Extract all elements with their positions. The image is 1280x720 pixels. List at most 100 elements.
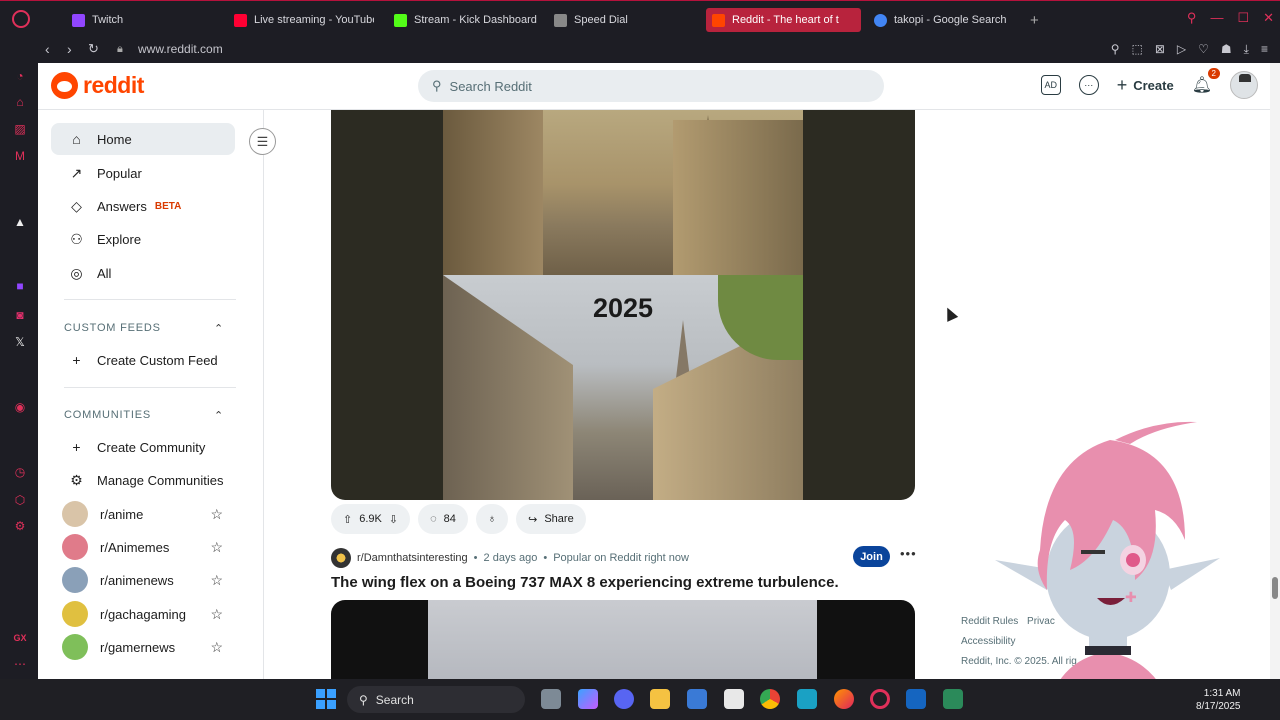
instagram-icon[interactable]: ◙ xyxy=(13,308,27,322)
app-icon[interactable] xyxy=(943,689,963,709)
collapse-sidebar-button[interactable]: ☰ xyxy=(249,128,276,155)
snapshot-icon[interactable]: ⬚ xyxy=(1132,42,1143,57)
tab-twitch[interactable]: Twitch xyxy=(66,8,216,32)
create-custom-feed[interactable]: + Create Custom Feed xyxy=(51,344,235,376)
post-title[interactable]: The wing flex on a Boeing 737 MAX 8 expe… xyxy=(331,574,915,591)
task-view-icon[interactable] xyxy=(541,689,561,709)
subreddit-link[interactable]: r/Damnthatsinteresting xyxy=(357,552,468,564)
manage-communities[interactable]: ⚙ Manage Communities xyxy=(51,464,235,496)
section-title: CUSTOM FEEDS xyxy=(64,322,161,334)
custom-feeds-header[interactable]: CUSTOM FEEDS ⌃ xyxy=(64,320,224,336)
more-options-icon[interactable]: ••• xyxy=(900,546,917,561)
community-item[interactable]: r/gamernews ☆ xyxy=(51,631,235,663)
post-image[interactable]: 2025 xyxy=(331,110,915,500)
community-item[interactable]: r/anime ☆ xyxy=(51,498,235,530)
ai-icon[interactable]: ⌂ xyxy=(13,95,27,109)
page-scrollbar[interactable] xyxy=(1270,63,1280,679)
user-avatar[interactable] xyxy=(1230,71,1258,99)
opera-menu-icon[interactable] xyxy=(12,10,30,28)
close-icon[interactable]: ✕ xyxy=(1263,10,1274,26)
sidebar-item-all[interactable]: ◎ All xyxy=(51,257,235,289)
join-button[interactable]: Join xyxy=(853,546,890,567)
settings-icon[interactable]: ⚙ xyxy=(13,519,27,533)
comments-button[interactable]: ◌ 84 xyxy=(418,504,468,534)
adblock-icon[interactable]: ⊠ xyxy=(1155,42,1165,57)
reload-icon[interactable]: ↻ xyxy=(88,41,99,57)
file-explorer-icon[interactable] xyxy=(650,689,670,709)
sidebar-item-home[interactable]: ⌂ Home xyxy=(51,123,235,155)
sidebar-item-explore[interactable]: ⚇ Explore xyxy=(51,223,235,255)
communities-header[interactable]: COMMUNITIES ⌃ xyxy=(64,407,224,423)
upvote-icon[interactable]: ⇧ xyxy=(343,513,352,526)
new-tab-button[interactable]: + xyxy=(1024,8,1044,32)
star-icon[interactable]: ☆ xyxy=(210,572,223,589)
more-icon[interactable]: ⋯ xyxy=(13,657,27,671)
community-item[interactable]: r/gachagaming ☆ xyxy=(51,598,235,630)
chevron-up-icon: ⌃ xyxy=(213,409,224,422)
opera-gx-icon[interactable] xyxy=(870,689,890,709)
copilot-icon[interactable] xyxy=(578,689,598,709)
speed-dial-icon[interactable]: ◔ xyxy=(13,69,27,83)
messenger-icon[interactable]: M xyxy=(13,149,27,163)
share-button[interactable]: ↪ Share xyxy=(516,504,586,534)
tab-speed-dial[interactable]: Speed Dial xyxy=(548,8,658,32)
svg-text:✚: ✚ xyxy=(1125,590,1137,606)
taskbar-search[interactable]: ⚲ Search xyxy=(347,686,525,713)
maximize-icon[interactable]: ☐ xyxy=(1237,10,1249,26)
app-icon[interactable] xyxy=(797,689,817,709)
pin-icon[interactable]: ⚲ xyxy=(1111,42,1120,57)
aria-icon[interactable]: ▲ xyxy=(13,215,27,229)
community-item[interactable]: r/Animemes ☆ xyxy=(51,531,235,563)
star-icon[interactable]: ☆ xyxy=(210,539,223,556)
subreddit-avatar[interactable] xyxy=(331,548,351,568)
notifications-button[interactable]: 🔔︎ 2 xyxy=(1192,68,1220,95)
tab-kick[interactable]: Stream - Kick Dashboard xyxy=(388,8,538,32)
scrollbar-thumb[interactable] xyxy=(1272,577,1278,599)
firefox-icon[interactable] xyxy=(834,689,854,709)
store-icon[interactable] xyxy=(687,689,707,709)
community-item[interactable]: r/animenews ☆ xyxy=(51,564,235,596)
search-tabs-icon[interactable]: ⚲ xyxy=(1187,10,1197,26)
download-icon[interactable]: ⤓ xyxy=(1244,42,1249,57)
tab-google[interactable]: takopi - Google Search xyxy=(868,8,1018,32)
forward-icon[interactable]: › xyxy=(67,41,72,57)
chat-icon[interactable]: ⋯ xyxy=(1078,75,1099,95)
award-button[interactable]: ♁ xyxy=(475,504,509,534)
post-video[interactable] xyxy=(331,600,915,679)
community-name: r/Animemes xyxy=(100,539,170,555)
extensions-icon[interactable]: ⬡ xyxy=(13,493,27,507)
url-field[interactable]: www.reddit.com xyxy=(138,42,223,56)
account-icon[interactable]: ☗ xyxy=(1221,42,1232,57)
heart-icon[interactable]: ♡ xyxy=(1198,42,1209,57)
play-icon[interactable]: ▷ xyxy=(1177,42,1186,57)
tab-reddit[interactable]: Reddit - The heart of t xyxy=(706,8,861,32)
news-icon[interactable]: ▨ xyxy=(13,122,27,136)
player-icon[interactable]: ◉ xyxy=(13,400,27,414)
search-input[interactable]: ⚲ Search Reddit xyxy=(418,70,884,102)
history-icon[interactable]: ◷ xyxy=(13,465,27,479)
create-button[interactable]: + Create xyxy=(1117,75,1174,96)
sidebar-item-popular[interactable]: ↗ Popular xyxy=(51,157,235,189)
discord-icon[interactable] xyxy=(614,689,634,709)
outlook-icon[interactable] xyxy=(906,689,926,709)
downvote-icon[interactable]: ⇩ xyxy=(389,513,398,526)
create-community[interactable]: + Create Community xyxy=(51,431,235,463)
gx-icon[interactable]: GX xyxy=(13,631,27,645)
sidebar-item-answers[interactable]: ◇ Answers BETA xyxy=(51,190,235,222)
star-icon[interactable]: ☆ xyxy=(210,606,223,623)
easy-setup-icon[interactable]: ≡ xyxy=(1261,42,1268,57)
tab-youtube[interactable]: Live streaming - YouTube xyxy=(228,8,374,32)
advertise-icon[interactable]: AD xyxy=(1040,75,1061,95)
tab-label: Stream - Kick Dashboard xyxy=(414,14,537,26)
minimize-icon[interactable]: — xyxy=(1210,10,1223,26)
star-icon[interactable]: ☆ xyxy=(210,506,223,523)
x-icon[interactable]: 𝕏 xyxy=(13,335,27,349)
notepad-icon[interactable] xyxy=(724,689,744,709)
system-clock[interactable]: 1:31 AM 8/17/2025 xyxy=(1196,687,1241,713)
reddit-logo[interactable]: reddit xyxy=(51,72,144,99)
twitch-sidebar-icon[interactable]: ■ xyxy=(13,279,27,293)
windows-start-icon[interactable] xyxy=(316,689,336,709)
chrome-icon[interactable] xyxy=(760,689,780,709)
star-icon[interactable]: ☆ xyxy=(210,639,223,656)
back-icon[interactable]: ‹ xyxy=(45,41,50,57)
